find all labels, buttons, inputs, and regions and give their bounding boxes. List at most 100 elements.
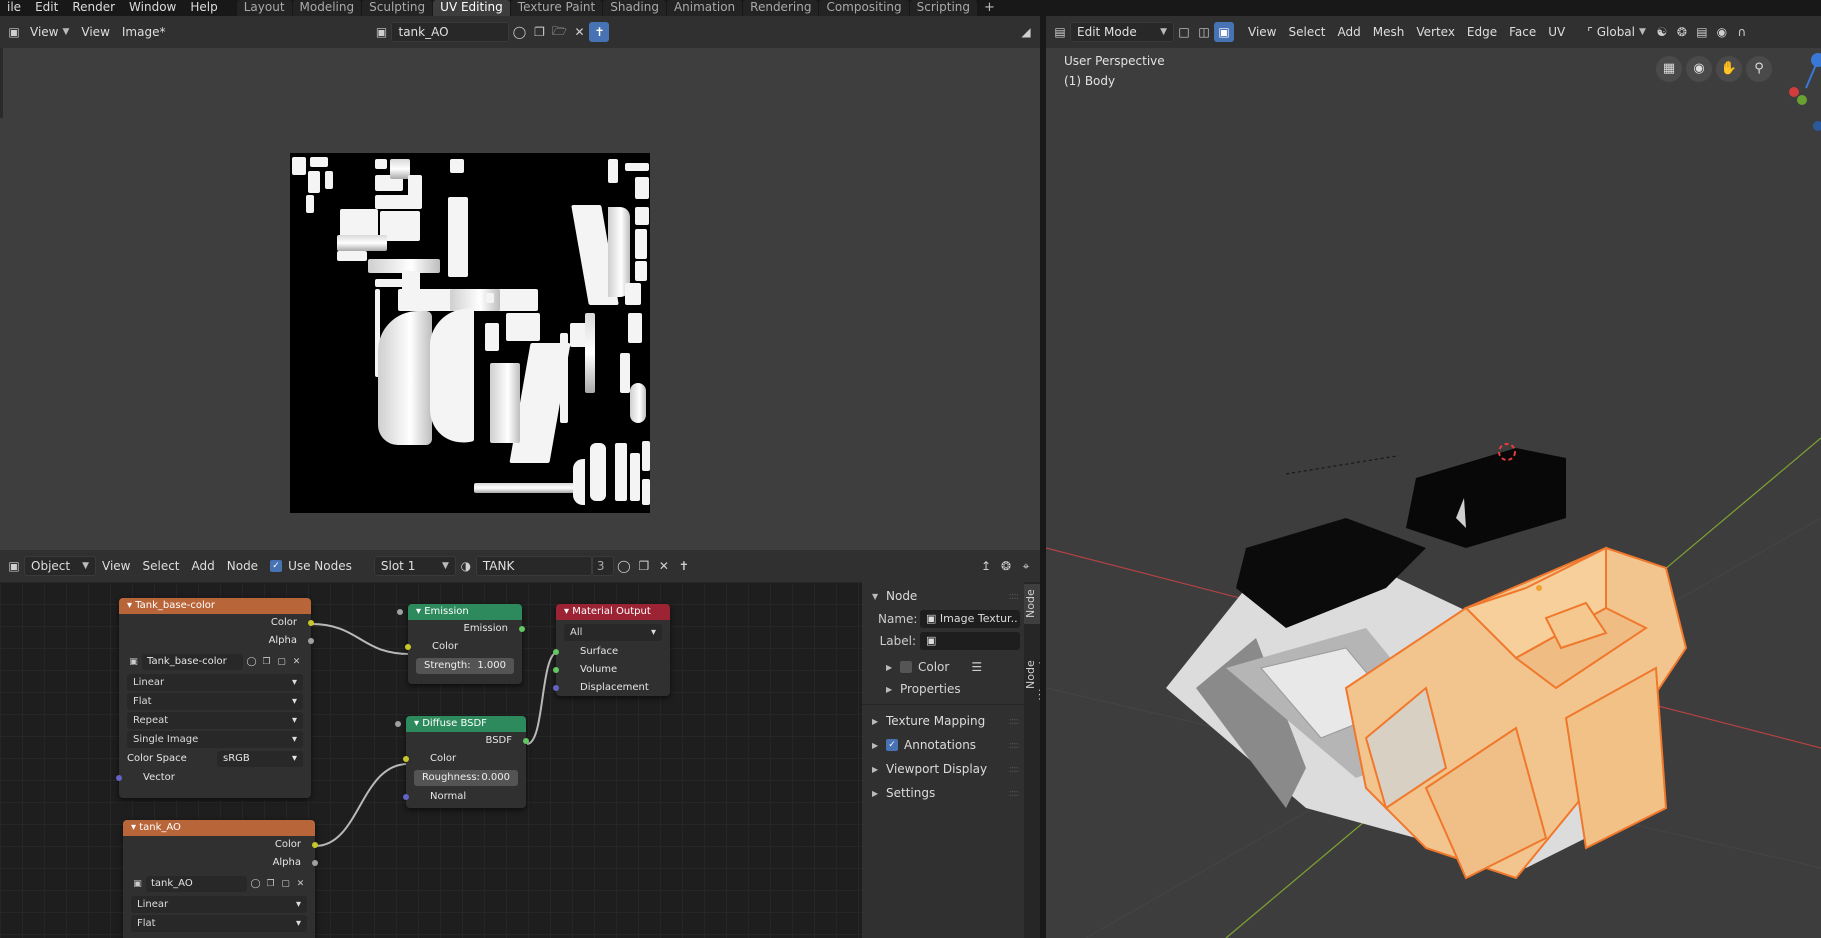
vp-menu-mesh[interactable]: Mesh (1367, 22, 1411, 42)
tab-animation[interactable]: Animation (666, 0, 743, 16)
menu-render[interactable]: Render (65, 0, 122, 16)
input-socket-color[interactable] (403, 756, 409, 762)
editor-type-icon[interactable]: ▣ (4, 22, 24, 42)
pin-icon[interactable]: ✝ (589, 22, 610, 42)
input-socket-color[interactable] (405, 644, 411, 650)
menu-help[interactable]: Help (183, 0, 224, 16)
new-image-icon[interactable]: ❐ (260, 655, 273, 669)
target-dropdown[interactable]: All ▾ (564, 624, 662, 641)
node-emission[interactable]: ▾ Emission Emission Color Strength: 1.000 (397, 604, 525, 684)
input-socket-displacement[interactable] (553, 685, 559, 691)
parent-node-tree-icon[interactable]: ↥ (976, 556, 996, 576)
falloff-curve-icon[interactable]: ∩ (1732, 22, 1752, 42)
node-header[interactable]: ▾ Material Output (556, 604, 670, 620)
node-header[interactable]: ▾ Diffuse BSDF (406, 716, 526, 732)
list-icon[interactable]: ☰ (971, 660, 982, 674)
neg-z-axis-dot[interactable] (1813, 121, 1821, 131)
input-socket-volume[interactable] (553, 667, 559, 673)
panel-viewport-display[interactable]: ▶ Viewport Display:::: (862, 757, 1024, 781)
open-folder-icon[interactable]: 🗁 (549, 22, 569, 42)
uv-mode-dropdown[interactable]: View ▼ (24, 22, 75, 42)
folder-icon[interactable]: ▢ (275, 655, 288, 669)
unlink-x-icon[interactable]: ✕ (569, 22, 589, 42)
vp-menu-vertex[interactable]: Vertex (1410, 22, 1461, 42)
y-axis-dot[interactable] (1797, 95, 1807, 105)
tab-modeling[interactable]: Modeling (292, 0, 362, 16)
input-socket-strength[interactable] (397, 609, 403, 615)
material-browse-icon[interactable]: ◑ (456, 556, 476, 576)
output-socket-emission[interactable] (519, 626, 525, 632)
face-select-icon[interactable]: ▣ (1214, 22, 1234, 42)
image-browse-icon[interactable]: ▣ (371, 22, 391, 42)
vp-menu-uv[interactable]: UV (1542, 22, 1571, 42)
pin-icon[interactable]: ✝ (674, 556, 694, 576)
input-socket-surface[interactable] (553, 649, 559, 655)
vp-menu-edge[interactable]: Edge (1461, 22, 1503, 42)
grip-icon[interactable]: :::: (1009, 764, 1020, 775)
uv-menu-image[interactable]: Image* (116, 22, 172, 42)
properties-subpanel[interactable]: ▶ Properties (862, 678, 1024, 700)
node-image-texture-ao[interactable]: ▾ tank_AO Color Alpha ▣ tank_AO ◯ ❐ ▢ ✕ … (123, 820, 318, 938)
slot-dropdown[interactable]: Slot 1 ▼ (373, 556, 456, 576)
duplicate-material-icon[interactable]: ❐ (634, 556, 654, 576)
output-socket-color[interactable] (312, 842, 318, 848)
snap-magnet-icon[interactable]: ❂ (1672, 22, 1692, 42)
vp-menu-add[interactable]: Add (1332, 22, 1367, 42)
roughness-field[interactable]: Roughness: 0.000 (395, 721, 518, 786)
image-name-field[interactable]: Tank_base-color (142, 654, 243, 670)
folder-icon[interactable]: ▢ (279, 877, 292, 891)
color-subpanel[interactable]: ▶ Color ☰ (862, 656, 1024, 678)
node-header[interactable]: ▾ Tank_base-color (119, 598, 311, 614)
tab-rendering[interactable]: Rendering (743, 0, 819, 16)
image-name-field[interactable]: tank_AO (146, 876, 247, 892)
vertex-select-icon[interactable]: □ (1174, 22, 1194, 42)
menu-file[interactable]: ile (0, 0, 28, 16)
source-dropdown[interactable]: Single Image ▾ (127, 731, 303, 748)
close-icon[interactable]: ✕ (290, 655, 303, 669)
object-mode-dropdown[interactable]: Object ▼ (24, 556, 96, 576)
camera-icon[interactable]: ◉ (1686, 56, 1712, 82)
output-socket-alpha[interactable] (312, 860, 318, 866)
node-menu-select[interactable]: Select (136, 556, 185, 576)
image-browse-icon[interactable]: ▣ (127, 655, 140, 669)
panel-texture-mapping[interactable]: ▶ Texture Mapping:::: (862, 709, 1024, 733)
uv-editor-area[interactable] (0, 48, 1040, 550)
x-axis-dot[interactable] (1789, 87, 1799, 97)
grip-icon[interactable]: :::: (1009, 591, 1020, 602)
hand-pan-icon[interactable]: ✋ (1716, 56, 1742, 82)
color-checkbox[interactable] (900, 661, 912, 673)
tab-uv-editing[interactable]: UV Editing (433, 0, 510, 16)
output-socket-bsdf[interactable] (523, 738, 529, 744)
color-space-dropdown[interactable]: sRGB ▾ (217, 750, 303, 767)
view-grid-icon[interactable]: ▦ (1656, 56, 1682, 82)
panel-annotations[interactable]: ▶ ✓ Annotations:::: (862, 733, 1024, 757)
input-socket-normal[interactable] (403, 794, 409, 800)
image-name-field[interactable]: tank_AO (391, 22, 510, 42)
output-socket-alpha[interactable] (308, 638, 314, 644)
tab-compositing[interactable]: Compositing (819, 0, 909, 16)
projection-dropdown[interactable]: Flat ▾ (127, 693, 303, 710)
tab-node[interactable]: Node (1024, 584, 1040, 624)
tab-scripting[interactable]: Scripting (909, 0, 978, 16)
tab-layout[interactable]: Layout (236, 0, 292, 16)
strength-field[interactable]: Strength: 1.000 (397, 609, 514, 674)
node-menu-view[interactable]: View (96, 556, 136, 576)
use-nodes-checkbox[interactable]: ✓ (270, 560, 283, 572)
annotations-checkbox[interactable]: ✓ (886, 739, 898, 751)
node-editor-canvas[interactable]: ▾ Tank_base-color Color Alpha ▣ Tank_bas… (0, 582, 862, 938)
vp-menu-select[interactable]: Select (1282, 22, 1331, 42)
vp-menu-face[interactable]: Face (1503, 22, 1542, 42)
axis-gizmo[interactable] (1786, 48, 1821, 138)
tab-shading[interactable]: Shading (603, 0, 666, 16)
menu-edit[interactable]: Edit (28, 0, 65, 16)
node-diffuse-bsdf[interactable]: ▾ Diffuse BSDF BSDF Color Roughness: 0.00… (395, 716, 529, 808)
projection-dropdown[interactable]: Flat ▾ (131, 915, 307, 932)
material-name-field[interactable]: TANK (475, 556, 592, 576)
interpolation-dropdown[interactable]: Linear ▾ (127, 674, 303, 691)
tab-texture-paint[interactable]: Texture Paint (510, 0, 603, 16)
uv-menu-view[interactable]: View (75, 22, 115, 42)
grip-icon[interactable]: :::: (1009, 788, 1020, 799)
vp-menu-view[interactable]: View (1242, 22, 1282, 42)
display-mode-icon[interactable]: ◢ (1016, 22, 1036, 42)
interpolation-dropdown[interactable]: Linear ▾ (131, 896, 307, 913)
